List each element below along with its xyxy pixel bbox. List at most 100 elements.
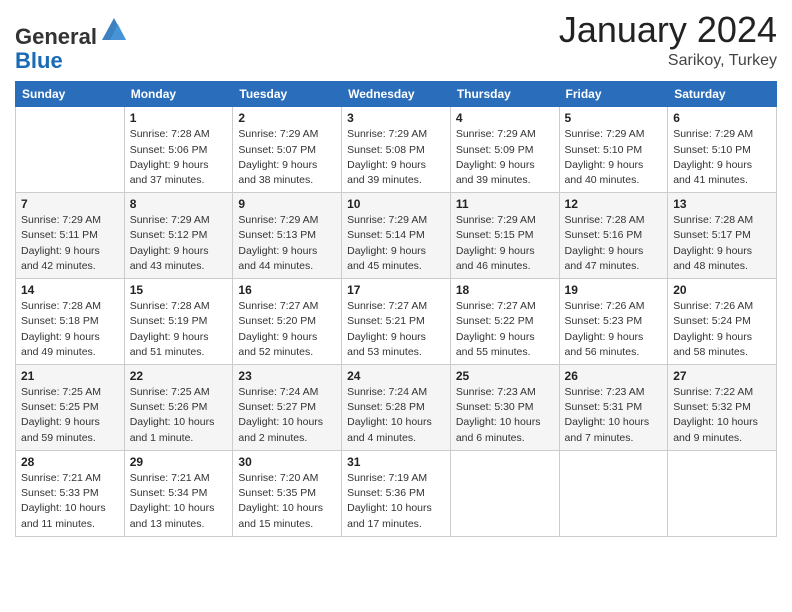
day-info: Sunrise: 7:29 AM Sunset: 5:09 PM Dayligh… xyxy=(456,127,554,188)
day-number: 16 xyxy=(238,283,336,297)
location: Sarikoy, Turkey xyxy=(559,52,777,70)
calendar-cell: 22 Sunrise: 7:25 AM Sunset: 5:26 PM Dayli… xyxy=(124,365,233,451)
calendar-cell: 25 Sunrise: 7:23 AM Sunset: 5:30 PM Dayli… xyxy=(450,365,559,451)
day-number: 17 xyxy=(347,283,445,297)
day-number: 5 xyxy=(565,111,663,125)
calendar-header-thursday: Thursday xyxy=(450,82,559,107)
calendar-cell: 2 Sunrise: 7:29 AM Sunset: 5:07 PM Daylig… xyxy=(233,107,342,193)
day-info: Sunrise: 7:29 AM Sunset: 5:12 PM Dayligh… xyxy=(130,213,228,274)
day-number: 10 xyxy=(347,197,445,211)
calendar-cell: 4 Sunrise: 7:29 AM Sunset: 5:09 PM Daylig… xyxy=(450,107,559,193)
calendar-header-wednesday: Wednesday xyxy=(342,82,451,107)
logo-general: General xyxy=(15,24,97,49)
day-info: Sunrise: 7:27 AM Sunset: 5:22 PM Dayligh… xyxy=(456,299,554,360)
calendar-cell xyxy=(16,107,125,193)
day-info: Sunrise: 7:20 AM Sunset: 5:35 PM Dayligh… xyxy=(238,471,336,532)
calendar-cell: 8Sunrise: 7:29 AM Sunset: 5:12 PM Daylig… xyxy=(124,193,233,279)
day-info: Sunrise: 7:25 AM Sunset: 5:26 PM Dayligh… xyxy=(130,385,228,446)
day-info: Sunrise: 7:29 AM Sunset: 5:10 PM Dayligh… xyxy=(673,127,771,188)
day-info: Sunrise: 7:21 AM Sunset: 5:34 PM Dayligh… xyxy=(130,471,228,532)
calendar-week-row: 21 Sunrise: 7:25 AM Sunset: 5:25 PM Dayli… xyxy=(16,365,777,451)
calendar-cell xyxy=(559,450,668,536)
day-info: Sunrise: 7:24 AM Sunset: 5:27 PM Dayligh… xyxy=(238,385,336,446)
calendar-cell: 21 Sunrise: 7:25 AM Sunset: 5:25 PM Dayli… xyxy=(16,365,125,451)
calendar-week-row: 1Sunrise: 7:28 AM Sunset: 5:06 PM Daylig… xyxy=(16,107,777,193)
day-info: Sunrise: 7:26 AM Sunset: 5:23 PM Dayligh… xyxy=(565,299,663,360)
day-number: 11 xyxy=(456,197,554,211)
day-number: 13 xyxy=(673,197,771,211)
calendar-cell: 24 Sunrise: 7:24 AM Sunset: 5:28 PM Dayli… xyxy=(342,365,451,451)
calendar-cell xyxy=(668,450,777,536)
calendar-cell: 23Sunrise: 7:24 AM Sunset: 5:27 PM Dayli… xyxy=(233,365,342,451)
day-number: 4 xyxy=(456,111,554,125)
calendar-header-friday: Friday xyxy=(559,82,668,107)
day-number: 3 xyxy=(347,111,445,125)
calendar-week-row: 7 Sunrise: 7:29 AM Sunset: 5:11 PM Daylig… xyxy=(16,193,777,279)
day-number: 7 xyxy=(21,197,119,211)
day-info: Sunrise: 7:29 AM Sunset: 5:11 PM Dayligh… xyxy=(21,213,119,274)
day-number: 27 xyxy=(673,369,771,383)
day-info: Sunrise: 7:29 AM Sunset: 5:14 PM Dayligh… xyxy=(347,213,445,274)
calendar-header-row: SundayMondayTuesdayWednesdayThursdayFrid… xyxy=(16,82,777,107)
calendar-cell: 16 Sunrise: 7:27 AM Sunset: 5:20 PM Dayli… xyxy=(233,279,342,365)
calendar-cell: 28Sunrise: 7:21 AM Sunset: 5:33 PM Dayli… xyxy=(16,450,125,536)
day-number: 9 xyxy=(238,197,336,211)
calendar-cell: 3Sunrise: 7:29 AM Sunset: 5:08 PM Daylig… xyxy=(342,107,451,193)
calendar-cell: 17 Sunrise: 7:27 AM Sunset: 5:21 PM Dayli… xyxy=(342,279,451,365)
day-number: 21 xyxy=(21,369,119,383)
day-info: Sunrise: 7:27 AM Sunset: 5:20 PM Dayligh… xyxy=(238,299,336,360)
day-number: 25 xyxy=(456,369,554,383)
day-info: Sunrise: 7:29 AM Sunset: 5:07 PM Dayligh… xyxy=(238,127,336,188)
calendar-cell: 15Sunrise: 7:28 AM Sunset: 5:19 PM Dayli… xyxy=(124,279,233,365)
logo: General Blue xyxy=(15,16,128,73)
calendar-header-tuesday: Tuesday xyxy=(233,82,342,107)
calendar-cell: 18 Sunrise: 7:27 AM Sunset: 5:22 PM Dayli… xyxy=(450,279,559,365)
calendar-cell: 11Sunrise: 7:29 AM Sunset: 5:15 PM Dayli… xyxy=(450,193,559,279)
day-info: Sunrise: 7:29 AM Sunset: 5:10 PM Dayligh… xyxy=(565,127,663,188)
day-number: 22 xyxy=(130,369,228,383)
day-number: 19 xyxy=(565,283,663,297)
day-info: Sunrise: 7:29 AM Sunset: 5:13 PM Dayligh… xyxy=(238,213,336,274)
day-number: 2 xyxy=(238,111,336,125)
calendar-cell: 31Sunrise: 7:19 AM Sunset: 5:36 PM Dayli… xyxy=(342,450,451,536)
day-info: Sunrise: 7:28 AM Sunset: 5:17 PM Dayligh… xyxy=(673,213,771,274)
calendar-cell: 13 Sunrise: 7:28 AM Sunset: 5:17 PM Dayli… xyxy=(668,193,777,279)
calendar-week-row: 28Sunrise: 7:21 AM Sunset: 5:33 PM Dayli… xyxy=(16,450,777,536)
day-info: Sunrise: 7:25 AM Sunset: 5:25 PM Dayligh… xyxy=(21,385,119,446)
page-header: General Blue January 2024 Sarikoy, Turke… xyxy=(15,10,777,73)
month-title: January 2024 xyxy=(559,10,777,50)
day-number: 24 xyxy=(347,369,445,383)
calendar-header-monday: Monday xyxy=(124,82,233,107)
calendar-cell: 12Sunrise: 7:28 AM Sunset: 5:16 PM Dayli… xyxy=(559,193,668,279)
day-number: 29 xyxy=(130,455,228,469)
calendar-cell: 9 Sunrise: 7:29 AM Sunset: 5:13 PM Daylig… xyxy=(233,193,342,279)
day-number: 30 xyxy=(238,455,336,469)
day-info: Sunrise: 7:22 AM Sunset: 5:32 PM Dayligh… xyxy=(673,385,771,446)
day-number: 6 xyxy=(673,111,771,125)
logo-blue: Blue xyxy=(15,48,63,73)
calendar-cell: 29 Sunrise: 7:21 AM Sunset: 5:34 PM Dayli… xyxy=(124,450,233,536)
calendar-cell: 26Sunrise: 7:23 AM Sunset: 5:31 PM Dayli… xyxy=(559,365,668,451)
day-number: 14 xyxy=(21,283,119,297)
logo-icon xyxy=(100,16,128,44)
day-info: Sunrise: 7:28 AM Sunset: 5:18 PM Dayligh… xyxy=(21,299,119,360)
calendar-cell: 30 Sunrise: 7:20 AM Sunset: 5:35 PM Dayli… xyxy=(233,450,342,536)
calendar-cell: 1Sunrise: 7:28 AM Sunset: 5:06 PM Daylig… xyxy=(124,107,233,193)
calendar-cell: 14 Sunrise: 7:28 AM Sunset: 5:18 PM Dayli… xyxy=(16,279,125,365)
calendar-cell xyxy=(450,450,559,536)
day-info: Sunrise: 7:27 AM Sunset: 5:21 PM Dayligh… xyxy=(347,299,445,360)
calendar-cell: 7 Sunrise: 7:29 AM Sunset: 5:11 PM Daylig… xyxy=(16,193,125,279)
day-number: 18 xyxy=(456,283,554,297)
title-block: January 2024 Sarikoy, Turkey xyxy=(559,10,777,70)
calendar-cell: 19 Sunrise: 7:26 AM Sunset: 5:23 PM Dayli… xyxy=(559,279,668,365)
calendar-cell: 27 Sunrise: 7:22 AM Sunset: 5:32 PM Dayli… xyxy=(668,365,777,451)
day-info: Sunrise: 7:28 AM Sunset: 5:06 PM Dayligh… xyxy=(130,127,228,188)
day-info: Sunrise: 7:26 AM Sunset: 5:24 PM Dayligh… xyxy=(673,299,771,360)
day-number: 31 xyxy=(347,455,445,469)
day-info: Sunrise: 7:23 AM Sunset: 5:30 PM Dayligh… xyxy=(456,385,554,446)
calendar-header-saturday: Saturday xyxy=(668,82,777,107)
day-info: Sunrise: 7:24 AM Sunset: 5:28 PM Dayligh… xyxy=(347,385,445,446)
calendar-table: SundayMondayTuesdayWednesdayThursdayFrid… xyxy=(15,81,777,536)
day-info: Sunrise: 7:28 AM Sunset: 5:19 PM Dayligh… xyxy=(130,299,228,360)
day-info: Sunrise: 7:28 AM Sunset: 5:16 PM Dayligh… xyxy=(565,213,663,274)
